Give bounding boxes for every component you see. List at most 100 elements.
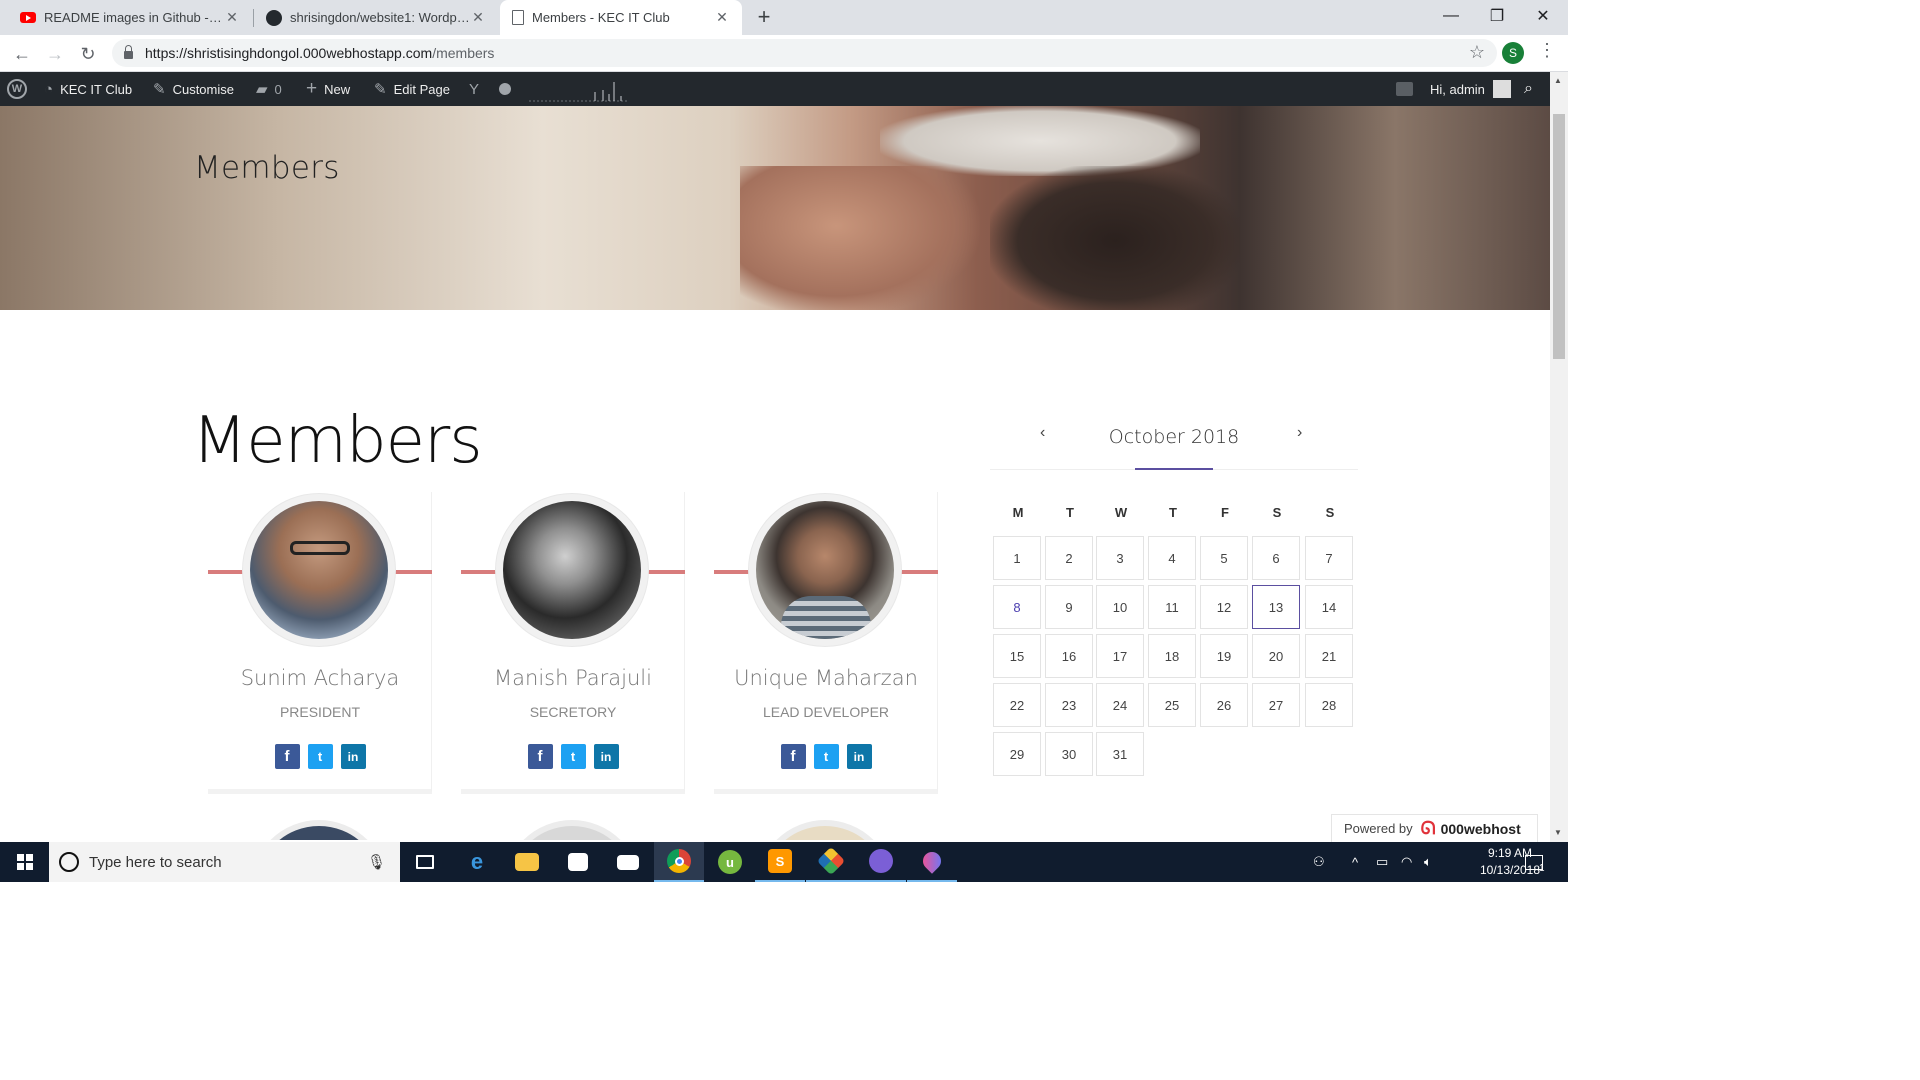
store-icon[interactable] [553, 842, 603, 882]
browser-menu-icon[interactable]: ⋮ [1538, 40, 1556, 61]
taskbar-search[interactable]: Type here to search 🎙 [49, 842, 400, 882]
chat-icon[interactable] [1396, 72, 1413, 106]
calendar-day[interactable]: 9 [1045, 585, 1093, 629]
calendar-day[interactable]: 20 [1252, 634, 1300, 678]
sublime-text-icon[interactable]: S [755, 842, 805, 882]
forward-icon[interactable]: → [42, 41, 68, 67]
minimize-icon[interactable]: — [1428, 0, 1474, 32]
bookmark-star-icon[interactable]: ☆ [1469, 42, 1485, 63]
calendar-day[interactable]: 23 [1045, 683, 1093, 727]
calendar-day[interactable]: 22 [993, 683, 1041, 727]
page-scrollbar[interactable]: ▲ ▼ [1550, 72, 1568, 842]
mail-icon[interactable] [603, 842, 653, 882]
wordpress-logo-icon[interactable]: W [7, 72, 27, 106]
task-view-icon[interactable] [400, 842, 450, 882]
calendar-day[interactable]: 28 [1305, 683, 1353, 727]
calendar-day[interactable]: 11 [1148, 585, 1196, 629]
calendar-day[interactable]: 13 [1252, 585, 1300, 629]
cortana-icon [59, 852, 79, 872]
calendar-day[interactable]: 8 [993, 585, 1041, 629]
admin-new[interactable]: + New [306, 72, 350, 106]
taskbar-clock[interactable]: 9:19 AM 10/13/2018 [1460, 845, 1560, 879]
facebook-icon[interactable]: f [527, 744, 553, 769]
admin-account[interactable]: Hi, admin [1430, 72, 1511, 106]
reload-icon[interactable]: ↻ [75, 41, 101, 67]
utorrent-icon[interactable]: u [705, 842, 755, 882]
calendar-day[interactable]: 30 [1045, 732, 1093, 776]
linkedin-icon[interactable]: in [340, 744, 366, 769]
twitter-icon[interactable]: t [560, 744, 586, 769]
tab-github[interactable]: shrisingdon/website1: Wordpress ✕ [254, 0, 498, 35]
close-tab-icon[interactable]: ✕ [224, 9, 240, 26]
admin-comments[interactable]: ▰ 0 [256, 72, 282, 106]
calendar-day[interactable]: 18 [1148, 634, 1196, 678]
search-icon[interactable]: ⌕ [1524, 72, 1533, 106]
facebook-icon[interactable]: f [780, 744, 806, 769]
tab-youtube[interactable]: README images in Github - YouTube ✕ [8, 0, 252, 35]
calendar-next-icon[interactable]: › [1297, 424, 1302, 442]
action-center-icon[interactable]: 1 [1525, 842, 1545, 882]
scroll-down-icon[interactable]: ▼ [1554, 828, 1562, 837]
facebook-icon[interactable]: f [274, 744, 300, 769]
calendar-day[interactable]: 5 [1200, 536, 1248, 580]
calendar-prev-icon[interactable]: ‹ [1040, 424, 1045, 442]
calendar-day[interactable]: 12 [1200, 585, 1248, 629]
git-gui-icon[interactable] [806, 842, 856, 882]
paint-3d-icon[interactable] [907, 842, 957, 882]
calendar-day[interactable]: 19 [1200, 634, 1248, 678]
admin-edit-page[interactable]: ✎ Edit Page [374, 72, 450, 106]
linkedin-icon[interactable]: in [593, 744, 619, 769]
volume-icon[interactable]: 🔈︎ [1424, 842, 1432, 882]
browser-tab-strip: README images in Github - YouTube ✕ shri… [0, 0, 1568, 35]
calendar-day[interactable]: 31 [1096, 732, 1144, 776]
calendar-day[interactable]: 27 [1252, 683, 1300, 727]
microphone-icon[interactable]: 🎙 [367, 853, 386, 871]
profile-avatar[interactable]: S [1502, 42, 1524, 64]
calendar-day[interactable]: 21 [1305, 634, 1353, 678]
new-tab-button[interactable]: + [752, 4, 776, 30]
powered-by-badge[interactable]: Powered by ᘏ 000webhost [1331, 814, 1538, 842]
edge-icon[interactable]: e [452, 842, 502, 882]
tab-members[interactable]: Members - KEC IT Club ✕ [500, 0, 742, 35]
admin-customise[interactable]: ✎ Customise [153, 72, 234, 106]
yoast-icon[interactable]: Y [469, 72, 486, 106]
calendar-day[interactable]: 10 [1096, 585, 1144, 629]
calendar-weekday: M [1012, 505, 1024, 520]
restore-icon[interactable]: ❐ [1474, 0, 1520, 32]
calendar-day[interactable]: 3 [1096, 536, 1144, 580]
calendar-day[interactable]: 24 [1096, 683, 1144, 727]
status-dot-icon[interactable] [499, 72, 511, 106]
calendar-day[interactable]: 7 [1305, 536, 1353, 580]
file-explorer-icon[interactable] [502, 842, 552, 882]
calendar-day[interactable]: 14 [1305, 585, 1353, 629]
show-hidden-icons[interactable]: ^ [1352, 842, 1358, 882]
calendar-day[interactable]: 2 [1045, 536, 1093, 580]
close-tab-icon[interactable]: ✕ [714, 9, 730, 26]
close-tab-icon[interactable]: ✕ [470, 9, 486, 26]
close-window-icon[interactable]: ✕ [1520, 0, 1566, 32]
admin-site-name[interactable]: ◔ KEC IT Club [44, 72, 132, 106]
battery-icon[interactable]: ▭ [1376, 842, 1388, 882]
calendar-day[interactable]: 26 [1200, 683, 1248, 727]
calendar-day[interactable]: 29 [993, 732, 1041, 776]
calendar-day[interactable]: 16 [1045, 634, 1093, 678]
linkedin-icon[interactable]: in [846, 744, 872, 769]
twitter-icon[interactable]: t [813, 744, 839, 769]
address-bar[interactable]: https://shristisinghdongol.000webhostapp… [112, 39, 1497, 67]
chrome-icon[interactable] [654, 842, 704, 882]
calendar-day[interactable]: 4 [1148, 536, 1196, 580]
twitter-icon[interactable]: t [307, 744, 333, 769]
calendar-day[interactable]: 15 [993, 634, 1041, 678]
github-desktop-icon[interactable] [856, 842, 906, 882]
scroll-up-icon[interactable]: ▲ [1554, 76, 1562, 85]
calendar-day[interactable]: 1 [993, 536, 1041, 580]
people-icon[interactable]: ⚇ [1313, 842, 1325, 882]
calendar-day[interactable]: 17 [1096, 634, 1144, 678]
scroll-thumb[interactable] [1553, 114, 1565, 359]
calendar-day[interactable]: 25 [1148, 683, 1196, 727]
wifi-icon[interactable]: ◠ [1401, 842, 1412, 882]
start-button[interactable] [0, 842, 49, 882]
member-photo-partial [503, 820, 641, 840]
back-icon[interactable]: ← [9, 41, 35, 67]
calendar-day[interactable]: 6 [1252, 536, 1300, 580]
